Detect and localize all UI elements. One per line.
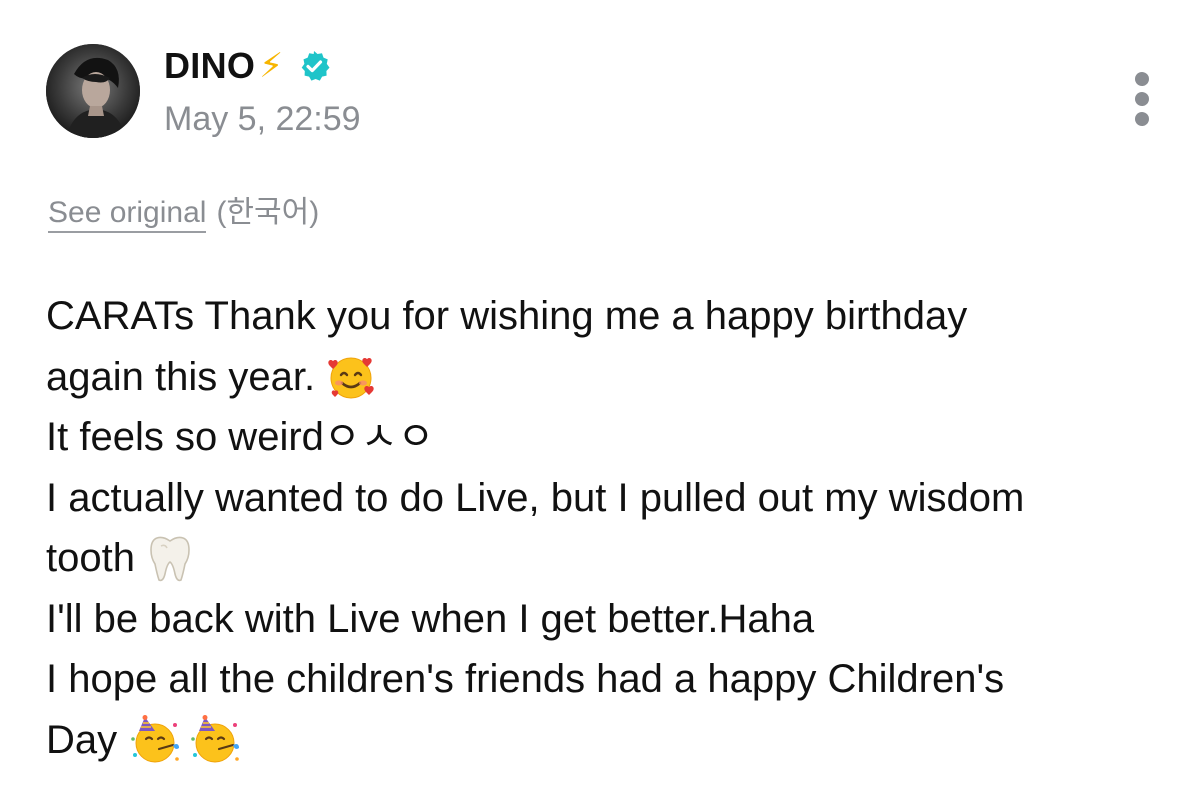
body-line: again this year. [46, 347, 1166, 408]
more-vertical-icon-dot [1135, 92, 1149, 106]
body-line: CARATs Thank you for wishing me a happy … [46, 286, 1166, 347]
body-line: It feels so weirdㅇㅅㅇ [46, 407, 1166, 468]
body-line: Day [46, 710, 1166, 771]
more-options-button[interactable] [1124, 68, 1160, 130]
author-name-row[interactable]: DINO ⚡ [164, 44, 331, 88]
partying-face-icon [129, 714, 183, 765]
body-line-text: I hope all the children's friends had a … [46, 657, 1005, 701]
post-body: CARATs Thank you for wishing me a happy … [46, 286, 1166, 770]
body-line-text: again this year. [46, 354, 316, 399]
post-timestamp: May 5, 22:59 [164, 100, 361, 138]
see-original-link[interactable]: See original [48, 196, 207, 233]
translation-row: See original (한국어) [48, 192, 319, 234]
body-line: I'll be back with Live when I get better… [46, 589, 1166, 650]
body-line-text: I actually wanted to do Live, but I pull… [46, 475, 1025, 520]
more-vertical-icon [1135, 72, 1149, 86]
more-vertical-icon-dot [1135, 112, 1149, 126]
verified-badge-icon [297, 49, 331, 83]
post-card: DINO ⚡ May 5, 22:59 See original (한국어) CA… [0, 0, 1199, 808]
avatar[interactable] [46, 44, 140, 138]
body-line: I actually wanted to do Live, but I pull… [46, 468, 1166, 529]
lightning-icon: ⚡ [259, 47, 284, 85]
tooth-icon [147, 534, 193, 582]
original-language-label: (한국어) [216, 196, 320, 229]
body-line-text: I'll be back with Live when I get better… [46, 596, 815, 641]
body-line-text: Day [46, 717, 118, 762]
partying-face-icon [189, 714, 243, 765]
body-line: I hope all the children's friends had a … [46, 649, 1166, 710]
body-line-text: CARATs Thank you for wishing me a happy … [46, 294, 968, 338]
body-line-text: It feels so weirdㅇㅅㅇ [46, 415, 435, 459]
smiling-face-with-hearts-icon [327, 353, 375, 401]
body-line-text: tooth [46, 536, 135, 580]
author-name[interactable]: DINO [164, 44, 255, 88]
body-line: tooth [46, 528, 1166, 589]
